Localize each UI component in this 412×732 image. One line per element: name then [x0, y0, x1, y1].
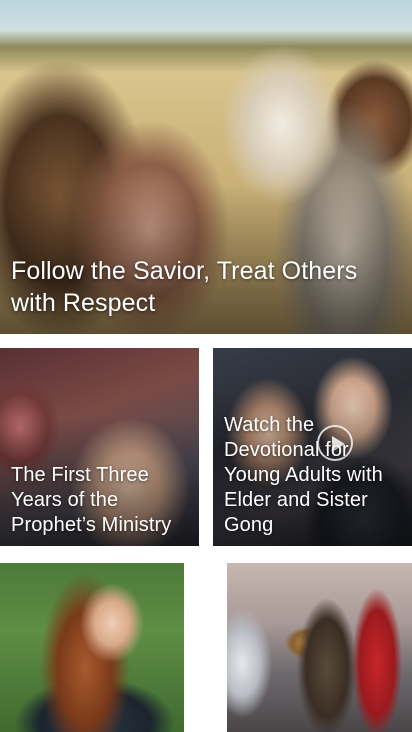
video-title: Watch the Devotional for Young Adults wi…	[224, 414, 383, 536]
article-image	[0, 563, 184, 732]
article-title: The First Three Years of the Prophet’s M…	[11, 464, 172, 536]
featured-article-card[interactable]: Follow the Savior, Treat Others with Res…	[0, 0, 412, 334]
article-card-service[interactable]	[227, 563, 412, 732]
featured-article-title: Follow the Savior, Treat Others with Res…	[11, 257, 358, 317]
article-card-prophet-ministry[interactable]: The First Three Years of the Prophet’s M…	[0, 348, 199, 546]
article-image	[227, 563, 412, 732]
article-card-young-woman[interactable]	[0, 563, 184, 732]
video-card-devotional[interactable]: Watch the Devotional for Young Adults wi…	[213, 348, 412, 546]
